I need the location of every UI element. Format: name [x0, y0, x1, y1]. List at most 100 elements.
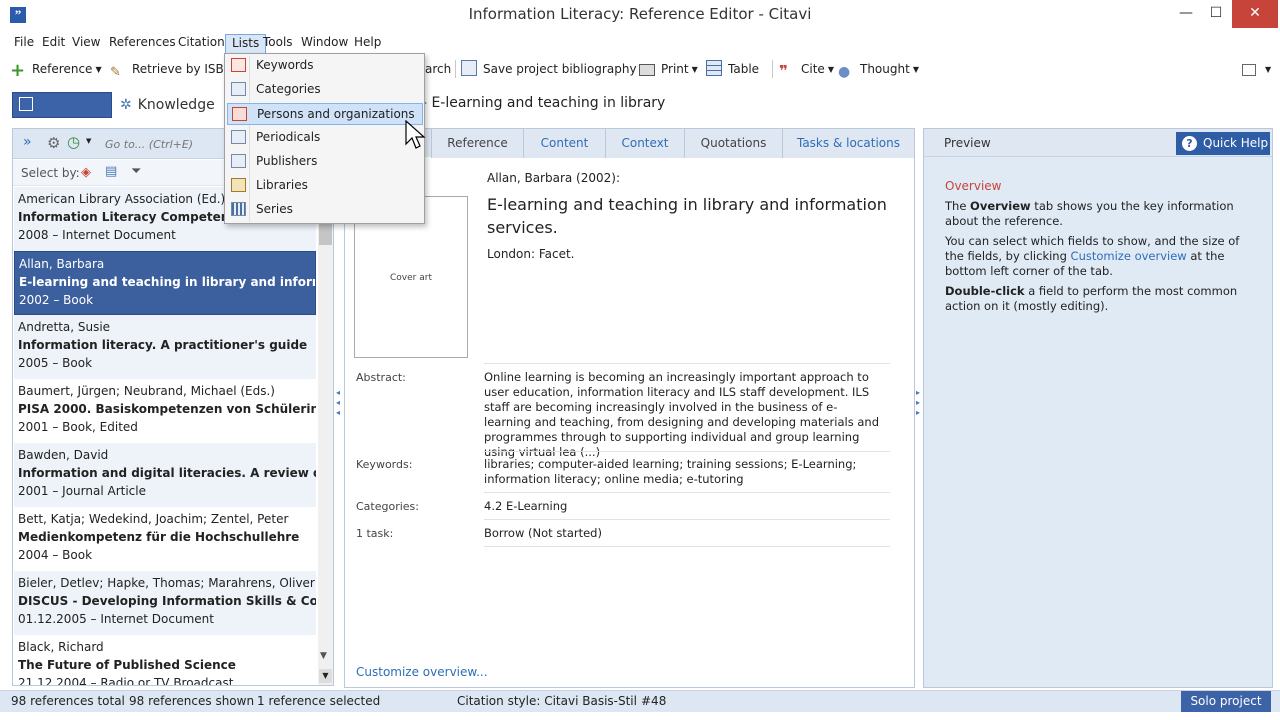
reference-list-item[interactable]: Baumert, Jürgen; Neubrand, Michael (Eds.… — [14, 379, 316, 443]
add-reference-label: Reference — [32, 62, 93, 76]
solo-project-badge[interactable]: Solo project — [1181, 691, 1271, 712]
retrieve-by-isbn-label: Retrieve by ISBN — [132, 62, 233, 76]
reference-title: E-learning and teaching in library and i… — [19, 275, 315, 289]
status-total: 98 references total — [11, 694, 125, 708]
reference-title: DISCUS - Developing Information Skills &… — [18, 594, 316, 608]
help-text-bold: Double-click — [945, 284, 1025, 298]
thought-button[interactable]: ● Thought ▼ — [838, 59, 919, 80]
reference-list-scrollbar[interactable]: ▼ ▼ — [318, 187, 333, 685]
chevron-down-icon: ▼ — [827, 65, 834, 74]
reference-author: Andretta, Susie — [18, 320, 111, 334]
field-divider — [484, 519, 890, 520]
select-by-category-icon[interactable]: ▤ — [105, 164, 117, 179]
status-citation-style[interactable]: Citation style: Citavi Basis-Stil — [457, 694, 637, 708]
tab-quotations[interactable]: Quotations — [685, 129, 783, 158]
overview-place[interactable]: London: Facet. — [487, 247, 575, 261]
menu-references[interactable]: References — [103, 34, 182, 54]
overview-title[interactable]: E-learning and teaching in library and i… — [487, 193, 887, 239]
reference-meta: 2002 – Book — [19, 293, 94, 307]
lightbulb-icon: ● — [838, 64, 851, 80]
menu-window[interactable]: Window — [295, 34, 354, 54]
gear-icon[interactable]: ⚙ — [47, 134, 60, 152]
help-paragraph: The Overview tab shows you the key infor… — [945, 199, 1255, 229]
search-button[interactable]: arch — [425, 59, 451, 79]
menu-item-label: Persons and organizations — [257, 107, 415, 121]
menu-item-series[interactable]: Series — [227, 199, 423, 221]
cite-label: Cite — [801, 62, 825, 76]
go-to-search-input[interactable] — [101, 134, 231, 154]
select-by-tag-icon[interactable]: ◈ — [81, 165, 91, 180]
reference-list-item[interactable]: Bieler, Detlev; Hapke, Thomas; Marahrens… — [14, 571, 316, 635]
print-button[interactable]: Print ▼ — [639, 59, 698, 79]
customize-overview-help-link[interactable]: Customize overview — [1071, 249, 1187, 263]
overview-author[interactable]: Allan, Barbara (2002): — [487, 171, 620, 185]
filter-icon[interactable]: ⏷ — [131, 164, 141, 179]
close-button[interactable]: ✕ — [1232, 0, 1278, 28]
reference-meta: 2001 – Journal Article — [18, 484, 146, 498]
abstract-value[interactable]: Online learning is becoming an increasin… — [484, 370, 884, 460]
left-splitter-handle[interactable]: ◂ ◂ ◂ — [336, 388, 342, 428]
table-button[interactable]: Table — [706, 59, 759, 79]
menu-tools[interactable]: Tools — [257, 34, 299, 54]
reference-meta: 2001 – Book, Edited — [18, 420, 138, 434]
menu-citation[interactable]: Citation — [172, 34, 231, 54]
reference-title: Information and digital literacies. A re… — [18, 466, 316, 480]
layout-options-button[interactable]: ▼ — [1242, 59, 1271, 79]
reference-list-item[interactable]: Black, Richard The Future of Published S… — [14, 635, 316, 685]
customize-overview-link[interactable]: Customize overview... — [356, 665, 488, 679]
printer-icon — [639, 64, 655, 76]
print-label: Print — [661, 62, 689, 76]
menu-item-publishers[interactable]: Publishers — [227, 151, 423, 173]
right-splitter-handle[interactable]: ▸ ▸ ▸ — [916, 388, 922, 428]
reference-list-item[interactable]: Bett, Katja; Wedekind, Joachim; Zentel, … — [14, 507, 316, 571]
title-bar: ” Information Literacy: Reference Editor… — [0, 0, 1280, 32]
cite-button[interactable]: ❞ Cite ▼ — [779, 59, 834, 80]
reference-editor-panel: Reference Content Context Quotations Tas… — [344, 128, 915, 688]
task-value[interactable]: Borrow (Not started) — [484, 526, 884, 541]
scroll-down-arrow-icon[interactable]: ▼ — [320, 651, 327, 661]
reference-list-item-selected[interactable]: Allan, Barbara E-learning and teaching i… — [14, 251, 316, 315]
field-divider — [484, 363, 890, 364]
field-divider — [484, 451, 890, 452]
menu-view[interactable]: View — [66, 34, 106, 54]
reference-list-item[interactable]: Andretta, Susie Information literacy. A … — [14, 315, 316, 379]
menu-item-label: Periodicals — [256, 130, 321, 144]
menu-help[interactable]: Help — [348, 34, 387, 54]
menu-item-persons-organizations[interactable]: Persons and organizations — [227, 103, 423, 125]
knowledge-nav-button[interactable]: ✲ Knowledge — [120, 93, 215, 117]
history-icon[interactable]: ◷ — [67, 133, 80, 151]
persons-icon — [232, 107, 247, 121]
preview-header: Preview ? Quick Help — [924, 129, 1272, 157]
libraries-icon — [231, 178, 246, 192]
menu-item-categories[interactable]: Categories — [227, 79, 423, 101]
editor-tab-bar: Reference Content Context Quotations Tas… — [345, 129, 914, 158]
menu-item-libraries[interactable]: Libraries — [227, 175, 423, 197]
menu-item-keywords[interactable]: Keywords — [227, 55, 423, 77]
quick-help-label: Quick Help — [1203, 136, 1269, 150]
current-reference-title: – E-learning and teaching in library — [420, 95, 666, 111]
maximize-button[interactable]: ☐ — [1200, 0, 1232, 28]
scroll-end-icon[interactable]: ▼ — [319, 669, 332, 683]
quick-help-button[interactable]: ? Quick Help — [1176, 132, 1270, 155]
references-nav-button[interactable]: References — [12, 92, 112, 137]
mouse-cursor-icon — [405, 120, 426, 149]
reference-list-item[interactable]: Bawden, David Information and digital li… — [14, 443, 316, 507]
expand-panel-icon[interactable]: » — [23, 134, 32, 150]
menu-item-label: Publishers — [256, 154, 318, 168]
preview-panel: Preview ? Quick Help Overview The Overvie… — [923, 128, 1273, 688]
categories-value[interactable]: 4.2 E-Learning — [484, 499, 884, 514]
add-reference-button[interactable]: + Reference ▼ — [10, 59, 102, 80]
retrieve-by-isbn-button[interactable]: ✎ Retrieve by ISBN — [110, 59, 233, 80]
menu-item-periodicals[interactable]: Periodicals — [227, 127, 423, 149]
save-bibliography-button[interactable]: Save project bibliography▼ — [461, 59, 646, 79]
preview-tab-label[interactable]: Preview — [944, 136, 991, 150]
tab-reference[interactable]: Reference — [432, 129, 524, 158]
minimize-button[interactable]: — — [1170, 0, 1202, 28]
status-reference-number: #48 — [641, 694, 667, 708]
tab-tasks-locations[interactable]: Tasks & locations — [783, 129, 914, 158]
tab-content[interactable]: Content — [524, 129, 606, 158]
chevron-down-icon: ▼ — [691, 65, 698, 74]
keywords-value[interactable]: libraries; computer-aided learning; trai… — [484, 457, 884, 487]
chevron-down-icon[interactable]: ▼ — [86, 137, 91, 145]
tab-context[interactable]: Context — [606, 129, 685, 158]
